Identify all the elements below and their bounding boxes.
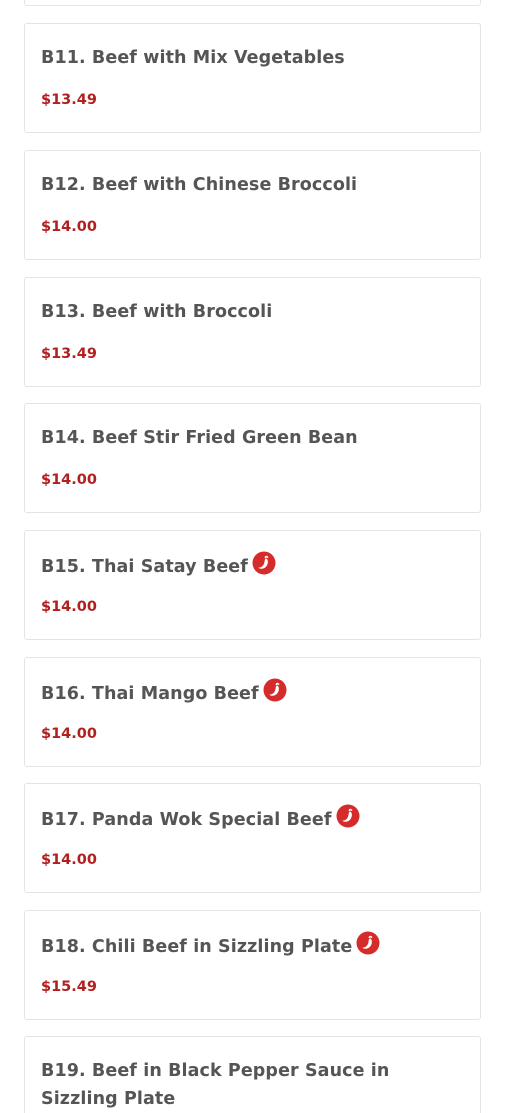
menu-item-name: B13. Beef with Broccoli: [41, 302, 273, 322]
menu-item-card[interactable]: B16. Thai Mango Beef $14.00: [24, 657, 481, 767]
menu-item-name: B11. Beef with Mix Vegetables: [41, 48, 345, 68]
menu-item-card[interactable]: [24, 0, 481, 6]
menu-item-card[interactable]: B14. Beef Stir Fried Green Bean $14.00: [24, 403, 481, 513]
menu-item-name: B19. Beef in Black Pepper Sauce in Sizzl…: [41, 1061, 390, 1109]
chili-pepper-icon: [336, 804, 360, 828]
menu-item-name: B17. Panda Wok Special Beef: [41, 804, 440, 834]
menu-item-card[interactable]: B15. Thai Satay Beef $14.00: [24, 530, 481, 640]
menu-item-card[interactable]: B17. Panda Wok Special Beef $14.00: [24, 783, 481, 893]
menu-item-price: $14.00: [41, 599, 97, 615]
menu-item-card[interactable]: B12. Beef with Chinese Broccoli $14.00: [24, 150, 481, 260]
menu-item-price: $14.00: [41, 472, 97, 488]
menu-item-price: $14.00: [41, 726, 97, 742]
menu-item-card[interactable]: B19. Beef in Black Pepper Sauce in Sizzl…: [24, 1036, 481, 1113]
menu-item-price: $14.00: [41, 219, 97, 235]
menu-item-card[interactable]: B13. Beef with Broccoli $13.49: [24, 277, 481, 387]
menu-item-price: $13.49: [41, 346, 97, 362]
chili-pepper-icon: [252, 551, 276, 575]
chili-pepper-icon: [263, 678, 287, 702]
menu-item-name: B14. Beef Stir Fried Green Bean: [41, 428, 358, 448]
menu-item-price: $15.49: [41, 979, 97, 995]
menu-item-price: $13.49: [41, 92, 97, 108]
menu-item-card[interactable]: B11. Beef with Mix Vegetables $13.49: [24, 23, 481, 133]
menu-item-list: B11. Beef with Mix Vegetables $13.49 B12…: [0, 0, 510, 1113]
chili-pepper-icon: [356, 931, 380, 955]
menu-item-name: B16. Thai Mango Beef: [41, 678, 440, 708]
menu-item-name: B12. Beef with Chinese Broccoli: [41, 175, 358, 195]
menu-item-name: B15. Thai Satay Beef: [41, 551, 440, 581]
menu-item-name: B18. Chili Beef in Sizzling Plate: [41, 931, 440, 961]
menu-item-price: $14.00: [41, 852, 97, 868]
menu-item-card[interactable]: B18. Chili Beef in Sizzling Plate $15.49: [24, 910, 481, 1020]
